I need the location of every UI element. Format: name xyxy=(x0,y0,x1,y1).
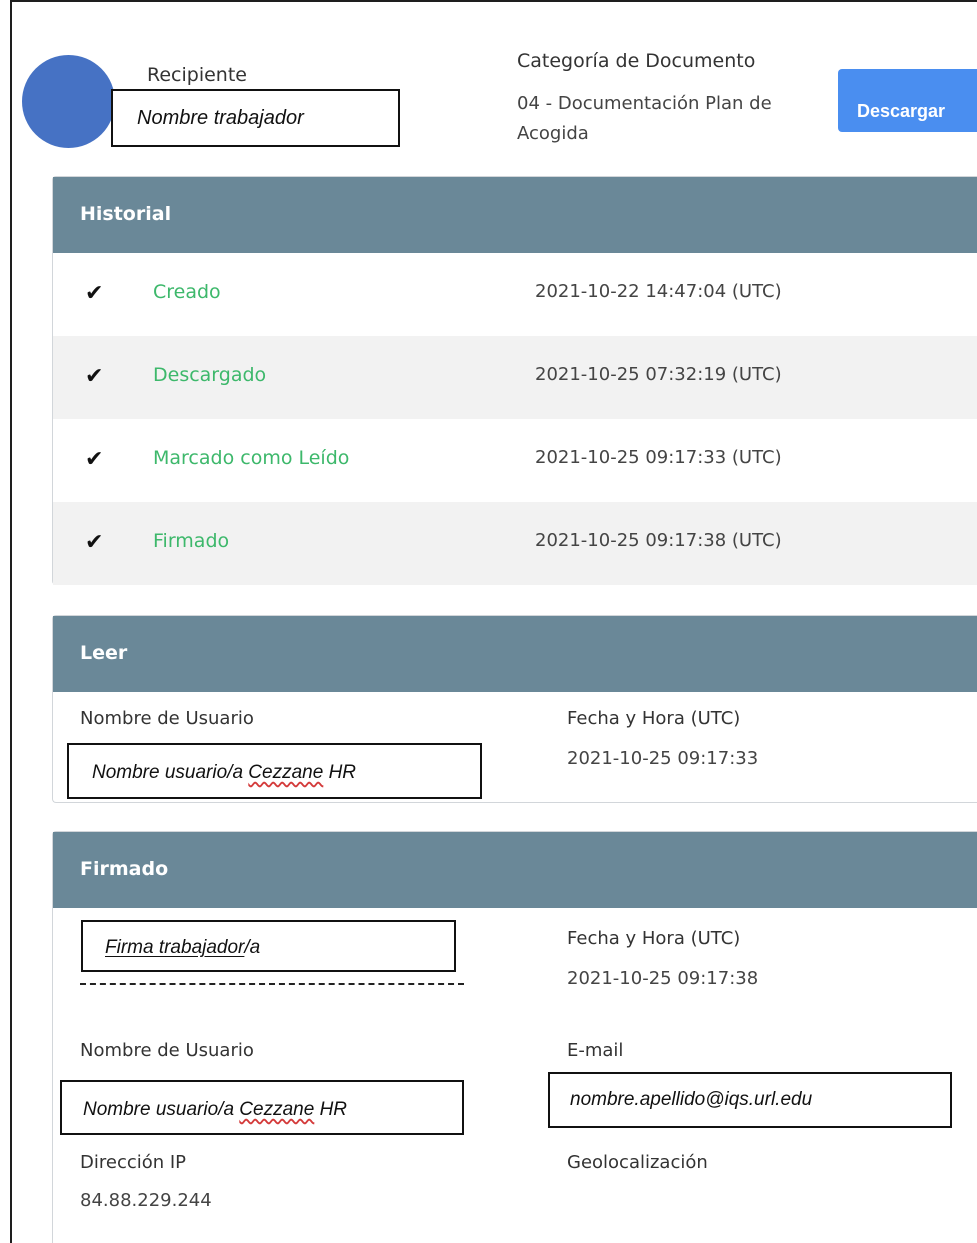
category-label: Categoría de Documento xyxy=(517,50,756,72)
username-prefix: Nombre usuario/a xyxy=(83,1099,240,1120)
username-suffix: HR xyxy=(314,1099,348,1120)
checkmark-icon: ✔ xyxy=(85,447,104,472)
checkmark-icon: ✔ xyxy=(85,364,104,389)
signature-value: Firma trabajador/a xyxy=(81,920,456,972)
email-value: nombre.apellido@iqs.url.edu xyxy=(548,1072,952,1128)
category-value: 04 - Documentación Plan de Acogida xyxy=(517,93,772,144)
history-panel: Historial ✔ Creado 2021-10-22 14:47:04 (… xyxy=(52,176,977,585)
read-datetime-value: 2021-10-25 09:17:33 xyxy=(567,748,759,769)
history-timestamp: 2021-10-25 07:32:19 (UTC) xyxy=(535,364,782,385)
read-username-value: Nombre usuario/a Cezzane HR xyxy=(67,743,482,799)
history-row: ✔ Creado 2021-10-22 14:47:04 (UTC) xyxy=(53,253,977,336)
signature-tail: /a xyxy=(244,937,261,958)
history-row: ✔ Marcado como Leído 2021-10-25 09:17:33… xyxy=(53,419,977,502)
history-timestamp: 2021-10-25 09:17:38 (UTC) xyxy=(535,530,782,551)
history-title: Historial xyxy=(53,177,977,253)
signature-main: Firma trabajador xyxy=(105,937,245,958)
history-row: ✔ Descargado 2021-10-25 07:32:19 (UTC) xyxy=(53,336,977,419)
history-event: Firmado xyxy=(153,530,230,552)
history-timestamp: 2021-10-25 09:17:33 (UTC) xyxy=(535,447,782,468)
email-label: E-mail xyxy=(567,1040,624,1061)
recipient-label: Recipiente xyxy=(147,64,247,86)
signed-datetime-label: Fecha y Hora (UTC) xyxy=(567,928,741,949)
history-event: Creado xyxy=(153,281,221,303)
ip-value: 84.88.229.244 xyxy=(80,1190,212,1211)
recipient-value: Nombre trabajador xyxy=(111,89,400,147)
username-suffix: HR xyxy=(323,762,357,783)
history-event: Descargado xyxy=(153,364,267,386)
geolocation-label: Geolocalización xyxy=(567,1152,708,1173)
signed-title: Firmado xyxy=(53,832,977,908)
signed-datetime-value: 2021-10-25 09:17:38 xyxy=(567,968,759,989)
username-prefix: Nombre usuario/a xyxy=(92,762,249,783)
read-datetime-label: Fecha y Hora (UTC) xyxy=(567,708,741,729)
read-title: Leer xyxy=(53,616,977,692)
checkmark-icon: ✔ xyxy=(85,530,104,555)
username-brand: Cezzane xyxy=(248,762,324,783)
history-event: Marcado como Leído xyxy=(153,447,350,469)
signed-panel: Firmado xyxy=(52,831,977,1243)
signed-username-label: Nombre de Usuario xyxy=(80,1040,254,1061)
avatar xyxy=(22,55,115,148)
download-button[interactable]: Descargar xyxy=(838,69,977,132)
checkmark-icon: ✔ xyxy=(85,281,104,306)
signed-username-value: Nombre usuario/a Cezzane HR xyxy=(60,1080,464,1135)
signature-line xyxy=(80,983,464,985)
history-timestamp: 2021-10-22 14:47:04 (UTC) xyxy=(535,281,782,302)
ip-label: Dirección IP xyxy=(80,1152,187,1173)
read-username-label: Nombre de Usuario xyxy=(80,708,254,729)
username-brand: Cezzane xyxy=(239,1099,315,1120)
history-row: ✔ Firmado 2021-10-25 09:17:38 (UTC) xyxy=(53,502,977,585)
